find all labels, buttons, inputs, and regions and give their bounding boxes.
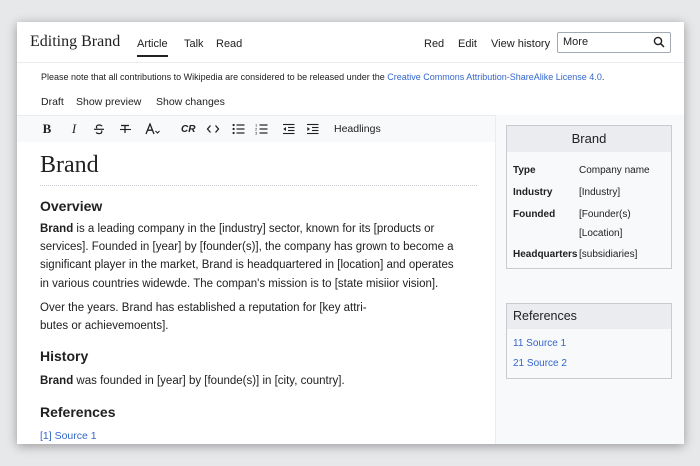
infobox-value-type: Company name xyxy=(579,165,650,176)
references-box-title: References xyxy=(507,304,671,329)
infobox-value-location: [Location] xyxy=(579,228,623,239)
cite-icon[interactable]: CR xyxy=(181,120,195,138)
history-paragraph: Brand was founded in [year] by [founde(s… xyxy=(40,372,472,390)
action-bar: Draft Show preview Show changes xyxy=(17,88,684,112)
infobox-label-type: Type xyxy=(513,165,536,176)
overview-p2-line-1: Over the years. Brand has established a … xyxy=(40,302,367,314)
tab-talk[interactable]: Talk xyxy=(184,38,204,50)
infobox-value-headquarters: [subsidiaries] xyxy=(579,249,638,260)
overview-line-3: significant player in the market, Brand … xyxy=(40,259,454,272)
infobox-title: Brand xyxy=(507,126,671,152)
search-input[interactable] xyxy=(563,35,643,49)
overview-paragraph-2: Over the years. Brand has established a … xyxy=(40,299,472,335)
top-bar: Editing Brand Article Talk Read Red Edit… xyxy=(17,22,684,63)
headings-dropdown[interactable]: Headlings xyxy=(334,120,381,138)
infobox-label-founded: Founded xyxy=(513,209,556,220)
svg-text:3: 3 xyxy=(255,131,258,135)
infobox: Brand Type Company name Industry [Indust… xyxy=(506,125,672,269)
history-heading: History xyxy=(40,348,89,364)
overview-line-1: Brand is a leading company in the [indus… xyxy=(40,220,472,238)
outdent-icon[interactable] xyxy=(281,120,295,138)
search-box[interactable] xyxy=(557,32,671,53)
overview-line-2: services]. Founded in [year] by [founder… xyxy=(40,241,454,254)
overview-p2-line-2: butes or achievemoents]. xyxy=(40,320,169,333)
overview-paragraph: Brand is a leading company in the [indus… xyxy=(40,220,472,293)
references-box: References 11 Source 1 21 Source 2 xyxy=(506,303,672,379)
infobox-value-founded: [Founder(s) xyxy=(579,209,631,220)
reference-link-1[interactable]: [1] Source 1 xyxy=(40,430,97,442)
tab-article[interactable]: Article xyxy=(137,38,168,57)
overview-line-4: in various countries widewde. The compan… xyxy=(40,277,439,290)
history-text: was founded in [year] by [founde(s)] in … xyxy=(73,375,345,387)
notice-text: Please note that all contributions to Wi… xyxy=(41,72,388,82)
bulleted-list-icon[interactable] xyxy=(231,120,245,138)
tab-read[interactable]: Read xyxy=(216,38,242,50)
references-box-item-1[interactable]: 11 Source 1 xyxy=(513,338,566,349)
page-heading: Editing Brand xyxy=(30,33,121,50)
infobox-value-industry: [Industry] xyxy=(579,187,621,198)
show-changes-button[interactable]: Show changes xyxy=(156,96,225,108)
overview-line-1-text: is a leading company in the [industry] s… xyxy=(73,223,435,235)
notice-end: . xyxy=(601,72,605,82)
title-divider xyxy=(40,185,477,186)
infobox-label-industry: Industry xyxy=(513,187,553,198)
overview-bold-brand: Brand xyxy=(40,223,74,235)
references-box-item-2[interactable]: 21 Source 2 xyxy=(513,358,567,369)
search-icon[interactable] xyxy=(653,36,665,48)
editor-window: Editing Brand Article Talk Read Red Edit… xyxy=(17,22,684,444)
editor-area[interactable]: Brand Overview Brand is a leading compan… xyxy=(17,142,495,444)
code-icon[interactable] xyxy=(206,120,220,138)
tab-view-history[interactable]: View history xyxy=(491,38,550,50)
italic-icon[interactable]: I xyxy=(67,120,81,138)
tab-red[interactable]: Red xyxy=(424,38,444,50)
indent-icon[interactable] xyxy=(305,120,319,138)
tab-edit[interactable]: Edit xyxy=(458,38,477,50)
license-link[interactable]: Creative Commons Attribution-ShareAlike … xyxy=(387,72,602,82)
numbered-list-icon[interactable]: 123 xyxy=(254,120,268,138)
overview-heading: Overview xyxy=(40,198,103,214)
show-preview-button[interactable]: Show preview xyxy=(76,96,141,108)
license-notice: Please note that all contributions to Wi… xyxy=(41,72,604,82)
history-bold-brand: Brand xyxy=(40,375,74,387)
editing-toolbar: B I CR 123 Headlings xyxy=(17,115,495,143)
strikethrough-icon[interactable] xyxy=(92,120,106,138)
article-title: Brand xyxy=(40,152,99,178)
side-panel: Brand Type Company name Industry [Indust… xyxy=(495,115,684,444)
text-size-icon[interactable] xyxy=(145,120,161,138)
infobox-label-headquarters: Headquarters xyxy=(513,249,578,260)
draft-button[interactable]: Draft xyxy=(41,96,64,108)
bold-icon[interactable]: B xyxy=(40,120,54,138)
clear-formatting-icon[interactable] xyxy=(118,120,132,138)
references-heading: References xyxy=(40,404,116,420)
